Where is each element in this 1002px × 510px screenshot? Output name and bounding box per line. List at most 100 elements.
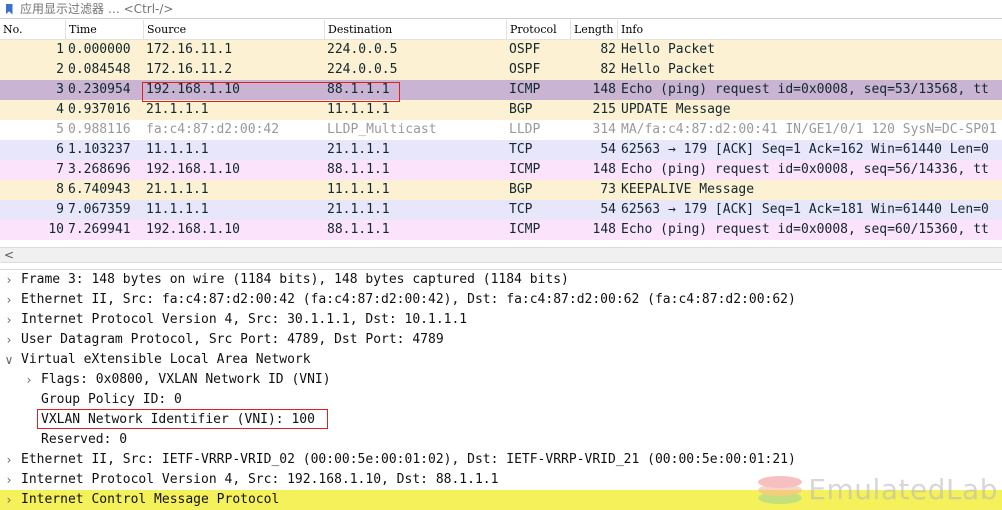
detail-tree-label: Frame 3: 148 bytes on wire (1184 bits), … [21, 272, 569, 287]
packet-cell-protocol: TCP [509, 202, 533, 217]
packet-cell-protocol: ICMP [509, 222, 541, 237]
chevron-down-icon[interactable]: ∨ [3, 350, 15, 370]
packet-cell-source: 192.168.1.10 [146, 82, 240, 97]
packet-cell-source: 192.168.1.10 [146, 222, 240, 237]
packet-cell-protocol: BGP [509, 182, 533, 197]
packet-row[interactable]: 5 0.988116 fa:c4:87:d2:00:42 LLDP_Multicast… [0, 120, 1002, 140]
packet-cell-length: 148 [592, 222, 616, 237]
packet-cell-time: 0.230954 [68, 82, 131, 97]
bookmark-icon [5, 3, 13, 15]
detail-tree-item[interactable]: › Ethernet II, Src: IETF-VRRP-VRID_02 (00… [0, 450, 1002, 470]
detail-tree-label: Group Policy ID: 0 [41, 392, 182, 407]
packet-cell-info: Echo (ping) request id=0x0008, seq=60/15… [621, 222, 989, 237]
packet-cell-length: 314 [592, 122, 616, 137]
packet-row[interactable]: 6 1.103237 11.1.1.1 21.1.1.1 TCP 54 62563 → 17… [0, 140, 1002, 160]
chevron-left-icon[interactable]: < [2, 248, 16, 262]
packet-cell-destination: LLDP_Multicast [327, 122, 437, 137]
column-header-destination[interactable]: Destination [325, 20, 507, 40]
detail-tree-label: User Datagram Protocol, Src Port: 4789, … [21, 332, 444, 347]
chevron-right-icon[interactable]: › [3, 310, 15, 330]
packet-row[interactable]: 7 3.268696 192.168.1.10 88.1.1.1 ICMP 148 Echo… [0, 160, 1002, 180]
packet-cell-info: UPDATE Message [621, 102, 731, 117]
chevron-right-icon[interactable]: › [3, 270, 15, 290]
packet-cell-info: Echo (ping) request id=0x0008, seq=53/13… [621, 82, 989, 97]
detail-tree-item[interactable]: Reserved: 0 [0, 430, 1002, 450]
packet-row[interactable]: 2 0.084548 172.16.11.2 224.0.0.5 OSPF 82 Hello… [0, 60, 1002, 80]
detail-tree-item[interactable]: › Frame 3: 148 bytes on wire (1184 bits),… [0, 270, 1002, 290]
packet-cell-length: 82 [600, 42, 616, 57]
detail-tree-label: Ethernet II, Src: IETF-VRRP-VRID_02 (00:… [21, 452, 796, 467]
packet-cell-length: 215 [592, 102, 616, 117]
detail-tree-label: Flags: 0x0800, VXLAN Network ID (VNI) [41, 372, 331, 387]
packet-row[interactable]: 8 6.740943 21.1.1.1 11.1.1.1 BGP 73 KEEPALIVE … [0, 180, 1002, 200]
packet-cell-protocol: TCP [509, 142, 533, 157]
packet-cell-info: Hello Packet [621, 62, 715, 77]
packet-cell-protocol: BGP [509, 102, 533, 117]
packet-cell-no: 8 [56, 182, 64, 197]
packet-cell-info: 62563 → 179 [ACK] Seq=1 Ack=162 Win=6144… [621, 142, 989, 157]
packet-cell-source: 11.1.1.1 [146, 142, 209, 157]
packet-cell-destination: 224.0.0.5 [327, 62, 398, 77]
packet-row[interactable]: 4 0.937016 21.1.1.1 11.1.1.1 BGP 215 UPDATE Me… [0, 100, 1002, 120]
packet-cell-protocol: ICMP [509, 162, 541, 177]
detail-tree-item[interactable]: Group Policy ID: 0 [0, 390, 1002, 410]
column-header-protocol[interactable]: Protocol [507, 20, 571, 40]
packet-cell-no: 7 [56, 162, 64, 177]
chevron-right-icon[interactable]: › [3, 290, 15, 310]
packet-row[interactable]: 3 0.230954 192.168.1.10 88.1.1.1 ICMP 148 Echo… [0, 80, 1002, 100]
packet-cell-time: 1.103237 [68, 142, 131, 157]
detail-tree-item[interactable]: VXLAN Network Identifier (VNI): 100 [0, 410, 1002, 430]
display-filter-bar [0, 0, 1002, 19]
packet-row[interactable]: 1 0.000000 172.16.11.1 224.0.0.5 OSPF 82 Hello… [0, 40, 1002, 60]
detail-tree-item[interactable]: › Internet Protocol Version 4, Src: 30.1.… [0, 310, 1002, 330]
packet-cell-no: 3 [56, 82, 64, 97]
packet-cell-source: 172.16.11.1 [146, 42, 233, 57]
packet-cell-destination: 88.1.1.1 [327, 222, 390, 237]
chevron-right-icon[interactable]: › [3, 450, 15, 470]
packet-cell-destination: 88.1.1.1 [327, 162, 390, 177]
detail-tree-item[interactable]: › Ethernet II, Src: fa:c4:87:d2:00:42 (fa… [0, 290, 1002, 310]
packet-cell-time: 7.269941 [68, 222, 131, 237]
column-header-time[interactable]: Time [66, 20, 144, 40]
pane-splitter[interactable] [0, 263, 1002, 270]
packet-cell-destination: 88.1.1.1 [327, 82, 390, 97]
packet-cell-destination: 11.1.1.1 [327, 102, 390, 117]
packet-cell-length: 148 [592, 82, 616, 97]
packet-cell-no: 9 [56, 202, 64, 217]
packet-cell-time: 3.268696 [68, 162, 131, 177]
packet-cell-destination: 21.1.1.1 [327, 202, 390, 217]
column-header-no[interactable]: No. [0, 20, 66, 40]
column-header-info[interactable]: Info [618, 20, 1002, 40]
chevron-right-icon[interactable]: › [3, 470, 15, 490]
detail-tree-item[interactable]: › Internet Control Message Protocol [0, 490, 1002, 510]
chevron-right-icon[interactable]: › [3, 490, 15, 510]
packet-cell-info: KEEPALIVE Message [621, 182, 755, 197]
detail-tree-item[interactable]: › Flags: 0x0800, VXLAN Network ID (VNI) [0, 370, 1002, 390]
packet-cell-length: 82 [600, 62, 616, 77]
detail-tree-label: Virtual eXtensible Local Area Network [21, 352, 311, 367]
chevron-right-icon[interactable]: › [23, 370, 35, 390]
detail-tree-label: Internet Control Message Protocol [21, 492, 280, 507]
chevron-right-icon[interactable]: › [3, 330, 15, 350]
packet-list: No. Time Source Destination Protocol Len… [0, 20, 1002, 247]
detail-tree-item[interactable]: › User Datagram Protocol, Src Port: 4789,… [0, 330, 1002, 350]
column-header-source[interactable]: Source [144, 20, 325, 40]
packet-cell-info: 62563 → 179 [ACK] Seq=1 Ack=181 Win=6144… [621, 202, 989, 217]
packet-cell-protocol: LLDP [509, 122, 541, 137]
column-header-length[interactable]: Length [571, 20, 618, 40]
packet-cell-length: 54 [600, 202, 616, 217]
detail-tree-item[interactable]: › Internet Protocol Version 4, Src: 192.1… [0, 470, 1002, 490]
packet-row[interactable]: 10 7.269941 192.168.1.10 88.1.1.1 ICMP 148 Ech… [0, 220, 1002, 240]
horizontal-scrollbar[interactable]: < [0, 247, 1002, 263]
packet-details-tree: › Frame 3: 148 bytes on wire (1184 bits),… [0, 270, 1002, 510]
packet-cell-no: 5 [56, 122, 64, 137]
filter-bookmark-button[interactable] [0, 0, 18, 19]
detail-tree-item[interactable]: ∨ Virtual eXtensible Local Area Network [0, 350, 1002, 370]
packet-row[interactable]: 9 7.067359 11.1.1.1 21.1.1.1 TCP 54 62563 → 17… [0, 200, 1002, 220]
packet-cell-time: 6.740943 [68, 182, 131, 197]
packet-cell-time: 7.067359 [68, 202, 131, 217]
packet-cell-no: 10 [48, 222, 64, 237]
packet-cell-no: 1 [56, 42, 64, 57]
detail-tree-label: VXLAN Network Identifier (VNI): 100 [41, 412, 315, 427]
display-filter-input[interactable] [18, 0, 618, 18]
